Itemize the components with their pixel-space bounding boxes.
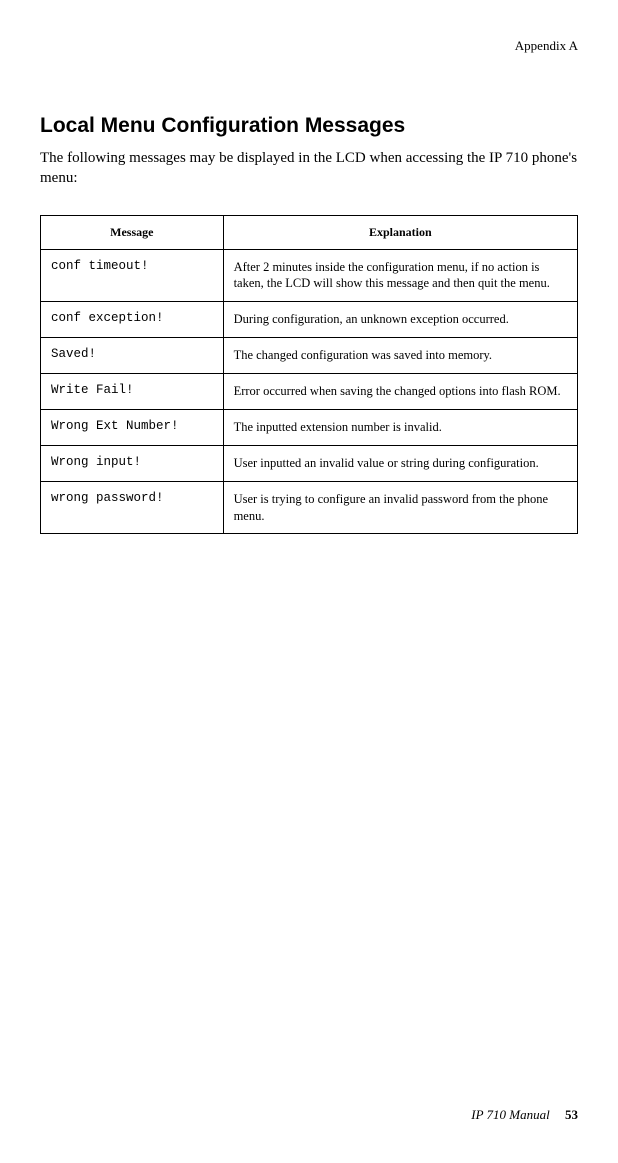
footer-manual: IP 710 Manual xyxy=(471,1107,549,1122)
message-cell: conf timeout! xyxy=(41,249,224,302)
explanation-cell: The changed configuration was saved into… xyxy=(223,338,577,374)
footer: IP 710 Manual 53 xyxy=(471,1107,578,1123)
table-row: Wrong input! User inputted an invalid va… xyxy=(41,445,578,481)
messages-table: Message Explanation conf timeout! After … xyxy=(40,215,578,535)
footer-page: 53 xyxy=(565,1107,578,1122)
explanation-cell: Error occurred when saving the changed o… xyxy=(223,374,577,410)
explanation-cell: User inputted an invalid value or string… xyxy=(223,445,577,481)
table-row: Saved! The changed configuration was sav… xyxy=(41,338,578,374)
table-row: conf timeout! After 2 minutes inside the… xyxy=(41,249,578,302)
section-intro: The following messages may be displayed … xyxy=(40,148,578,189)
message-cell: wrong password! xyxy=(41,481,224,534)
table-row: Wrong Ext Number! The inputted extension… xyxy=(41,409,578,445)
table-row: conf exception! During configuration, an… xyxy=(41,302,578,338)
section-title: Local Menu Configuration Messages xyxy=(40,114,578,138)
explanation-cell: During configuration, an unknown excepti… xyxy=(223,302,577,338)
explanation-cell: User is trying to configure an invalid p… xyxy=(223,481,577,534)
table-row: Write Fail! Error occurred when saving t… xyxy=(41,374,578,410)
message-cell: Saved! xyxy=(41,338,224,374)
table-header-message: Message xyxy=(41,215,224,249)
header-appendix: Appendix A xyxy=(40,38,578,54)
message-cell: Write Fail! xyxy=(41,374,224,410)
explanation-cell: After 2 minutes inside the configuration… xyxy=(223,249,577,302)
explanation-cell: The inputted extension number is invalid… xyxy=(223,409,577,445)
table-header-explanation: Explanation xyxy=(223,215,577,249)
table-row: wrong password! User is trying to config… xyxy=(41,481,578,534)
message-cell: conf exception! xyxy=(41,302,224,338)
message-cell: Wrong input! xyxy=(41,445,224,481)
message-cell: Wrong Ext Number! xyxy=(41,409,224,445)
